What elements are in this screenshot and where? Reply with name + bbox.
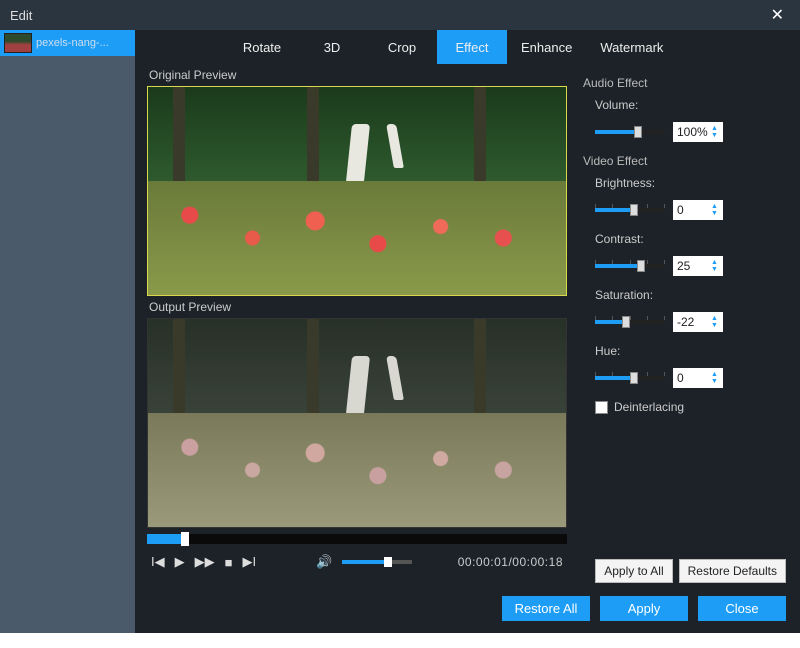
restore-defaults-button[interactable]: Restore Defaults — [679, 559, 786, 583]
sidebar-item-label: pexels-nang-... — [36, 37, 109, 49]
tab-watermark[interactable]: Watermark — [586, 30, 677, 64]
contrast-label: Contrast: — [583, 232, 647, 246]
deinterlacing-label: Deinterlacing — [614, 400, 684, 414]
main-area: Rotate 3D Crop Effect Enhance Watermark … — [135, 30, 800, 633]
window-title: Edit — [10, 8, 32, 23]
hue-spinner[interactable]: 0 ▲▼ — [673, 368, 723, 388]
playback-scrubber[interactable] — [147, 534, 567, 544]
brightness-value: 0 — [677, 203, 684, 217]
contrast-slider[interactable] — [595, 264, 665, 268]
hue-slider[interactable] — [595, 376, 665, 380]
spinner-arrows-icon[interactable]: ▲▼ — [711, 257, 721, 275]
next-frame-icon[interactable]: ▶I — [242, 554, 256, 570]
spinner-arrows-icon[interactable]: ▲▼ — [711, 313, 721, 331]
saturation-value: -22 — [677, 315, 694, 329]
volume-slider[interactable] — [595, 130, 665, 134]
contrast-value: 25 — [677, 259, 690, 273]
play-icon[interactable]: ▶ — [175, 554, 185, 570]
transport-volume-slider[interactable] — [342, 560, 412, 564]
hue-value: 0 — [677, 371, 684, 385]
tab-effect[interactable]: Effect — [437, 30, 507, 64]
window-body: pexels-nang-... Rotate 3D Crop Effect En… — [0, 30, 800, 633]
apply-button[interactable]: Apply — [600, 596, 688, 621]
spinner-arrows-icon[interactable]: ▲▼ — [711, 369, 721, 387]
close-button[interactable]: Close — [698, 596, 786, 621]
stop-icon[interactable]: ■ — [225, 555, 233, 570]
tab-crop[interactable]: Crop — [367, 30, 437, 64]
apply-to-all-button[interactable]: Apply to All — [595, 559, 672, 583]
scrubber-thumb[interactable] — [181, 532, 189, 546]
tab-3d[interactable]: 3D — [297, 30, 367, 64]
brightness-slider[interactable] — [595, 208, 665, 212]
brightness-label: Brightness: — [583, 176, 647, 190]
sidebar-item[interactable]: pexels-nang-... — [0, 30, 135, 56]
tab-enhance[interactable]: Enhance — [507, 30, 586, 64]
secondary-buttons: Apply to All Restore Defaults — [595, 559, 786, 583]
tab-rotate[interactable]: Rotate — [227, 30, 297, 64]
sidebar: pexels-nang-... — [0, 30, 135, 633]
video-effect-heading: Video Effect — [583, 154, 784, 168]
original-preview — [147, 86, 567, 296]
volume-spinner[interactable]: 100% ▲▼ — [673, 122, 723, 142]
fast-forward-icon[interactable]: ▶▶ — [195, 554, 215, 570]
volume-value: 100% — [677, 125, 708, 139]
saturation-slider[interactable] — [595, 320, 665, 324]
tab-bar: Rotate 3D Crop Effect Enhance Watermark — [135, 30, 800, 64]
audio-effect-heading: Audio Effect — [583, 76, 784, 90]
sidebar-thumbnail — [4, 33, 32, 53]
transport-bar: I◀ ▶ ▶▶ ■ ▶I 🔊 00:00:01/00:00:18 — [147, 548, 567, 576]
close-icon[interactable]: ✕ — [765, 3, 790, 27]
primary-buttons: Restore All Apply Close — [502, 596, 786, 621]
volume-label: Volume: — [583, 98, 647, 112]
original-preview-label: Original Preview — [147, 64, 567, 86]
volume-icon[interactable]: 🔊 — [316, 554, 332, 570]
restore-all-button[interactable]: Restore All — [502, 596, 590, 621]
content: Original Preview Output Preview — [135, 64, 800, 633]
output-preview — [147, 318, 567, 528]
titlebar: Edit ✕ — [0, 0, 800, 30]
preview-column: Original Preview Output Preview — [147, 64, 567, 625]
brightness-spinner[interactable]: 0 ▲▼ — [673, 200, 723, 220]
output-preview-label: Output Preview — [147, 296, 567, 318]
spinner-arrows-icon[interactable]: ▲▼ — [711, 201, 721, 219]
deinterlacing-checkbox[interactable] — [595, 401, 608, 414]
hue-label: Hue: — [583, 344, 647, 358]
saturation-spinner[interactable]: -22 ▲▼ — [673, 312, 723, 332]
scrubber-fill — [147, 534, 181, 544]
deinterlacing-row[interactable]: Deinterlacing — [583, 400, 784, 414]
spinner-arrows-icon[interactable]: ▲▼ — [711, 123, 721, 141]
effect-panel: Audio Effect Volume: 100% ▲▼ Video Effec… — [575, 64, 788, 625]
prev-frame-icon[interactable]: I◀ — [151, 554, 165, 570]
edit-window: Edit ✕ pexels-nang-... Rotate 3D Crop Ef… — [0, 0, 800, 633]
saturation-label: Saturation: — [583, 288, 647, 302]
timecode: 00:00:01/00:00:18 — [458, 555, 563, 569]
contrast-spinner[interactable]: 25 ▲▼ — [673, 256, 723, 276]
